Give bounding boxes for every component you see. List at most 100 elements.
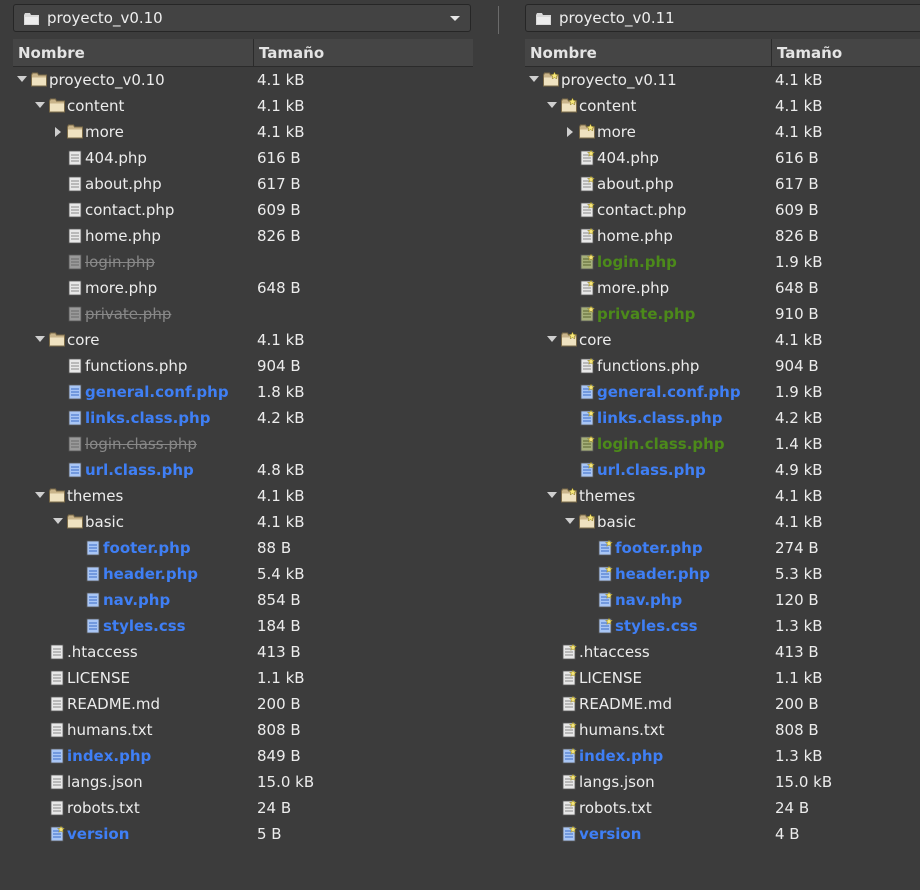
tree-row[interactable]: home.php 826 B (13, 223, 478, 249)
file-size: 854 B (257, 591, 301, 609)
file-name: README.md (579, 695, 673, 713)
file-icon (67, 254, 83, 270)
file-icon (597, 565, 614, 582)
left-file-tree: proyecto_v0.10 4.1 kB content 4.1 kB more 4.1… (13, 67, 478, 847)
folder-icon (67, 124, 83, 140)
expander-open-icon[interactable] (53, 518, 63, 524)
tree-row[interactable]: proyecto_v0.10 4.1 kB (13, 67, 478, 93)
tree-row[interactable]: core 4.1 kB (13, 327, 478, 353)
file-name: general.conf.php (597, 383, 741, 401)
tree-row[interactable]: footer.php 274 B (525, 535, 920, 561)
column-header-size[interactable]: Tamaño (254, 39, 473, 66)
tree-row[interactable]: functions.php 904 B (525, 353, 920, 379)
chevron-down-icon[interactable] (450, 16, 460, 21)
tree-row[interactable]: humans.txt 808 B (13, 717, 478, 743)
tree-row[interactable]: .htaccess 413 B (525, 639, 920, 665)
tree-row[interactable]: styles.css 184 B (13, 613, 478, 639)
tree-row[interactable]: langs.json 15.0 kB (525, 769, 920, 795)
tree-row[interactable]: more.php 648 B (525, 275, 920, 301)
tree-row[interactable]: version 5 B (13, 821, 478, 847)
tree-row[interactable]: .htaccess 413 B (13, 639, 478, 665)
tree-row[interactable]: themes 4.1 kB (525, 483, 920, 509)
tree-row[interactable]: content 4.1 kB (525, 93, 920, 119)
tree-row[interactable]: about.php 617 B (525, 171, 920, 197)
file-icon (49, 774, 65, 790)
tree-row[interactable]: humans.txt 808 B (525, 717, 920, 743)
file-size: 4.1 kB (775, 487, 823, 505)
tree-row[interactable]: general.conf.php 1.9 kB (525, 379, 920, 405)
tree-row[interactable]: styles.css 1.3 kB (525, 613, 920, 639)
tree-row[interactable]: basic 4.1 kB (525, 509, 920, 535)
right-folder-chooser[interactable]: proyecto_v0.11 (525, 4, 920, 32)
tree-row[interactable]: README.md 200 B (525, 691, 920, 717)
tree-row[interactable]: login.class.php 1.4 kB (525, 431, 920, 457)
file-name: url.class.php (597, 461, 706, 479)
tree-row[interactable]: login.php 1.9 kB (525, 249, 920, 275)
column-header-name[interactable]: Nombre (13, 39, 254, 66)
file-name: private.php (85, 305, 172, 323)
tree-row[interactable]: home.php 826 B (525, 223, 920, 249)
tree-row[interactable]: header.php 5.4 kB (13, 561, 478, 587)
folder-icon (579, 123, 595, 140)
file-name: content (579, 97, 637, 115)
tree-row[interactable]: 404.php 616 B (13, 145, 478, 171)
tree-row[interactable]: functions.php 904 B (13, 353, 478, 379)
tree-row[interactable]: contact.php 609 B (525, 197, 920, 223)
expander-open-icon[interactable] (35, 102, 45, 108)
tree-row[interactable]: proyecto_v0.11 4.1 kB (525, 67, 920, 93)
expander-open-icon[interactable] (547, 492, 557, 498)
expander-open-icon[interactable] (547, 336, 557, 342)
tree-row[interactable]: robots.txt 24 B (13, 795, 478, 821)
tree-row[interactable]: header.php 5.3 kB (525, 561, 920, 587)
expander-open-icon[interactable] (529, 76, 539, 82)
file-name: proyecto_v0.10 (49, 71, 165, 89)
tree-row[interactable]: nav.php 120 B (525, 587, 920, 613)
tree-row[interactable]: login.php (13, 249, 478, 275)
tree-row[interactable]: themes 4.1 kB (13, 483, 478, 509)
file-size: 609 B (257, 201, 301, 219)
tree-row[interactable]: index.php 1.3 kB (525, 743, 920, 769)
tree-row[interactable]: 404.php 616 B (525, 145, 920, 171)
file-icon (561, 669, 578, 686)
file-name: url.class.php (85, 461, 194, 479)
tree-row[interactable]: links.class.php 4.2 kB (525, 405, 920, 431)
expander-closed-icon[interactable] (55, 127, 61, 137)
tree-row[interactable]: README.md 200 B (13, 691, 478, 717)
tree-row[interactable]: LICENSE 1.1 kB (525, 665, 920, 691)
tree-row[interactable]: nav.php 854 B (13, 587, 478, 613)
tree-row[interactable]: url.class.php 4.9 kB (525, 457, 920, 483)
tree-row[interactable]: version 4 B (525, 821, 920, 847)
tree-row[interactable]: contact.php 609 B (13, 197, 478, 223)
expander-open-icon[interactable] (35, 336, 45, 342)
column-header-size[interactable]: Tamaño (772, 39, 920, 66)
expander-open-icon[interactable] (17, 76, 27, 82)
column-header-name[interactable]: Nombre (525, 39, 772, 66)
tree-row[interactable]: langs.json 15.0 kB (13, 769, 478, 795)
tree-row[interactable]: links.class.php 4.2 kB (13, 405, 478, 431)
tree-row[interactable]: general.conf.php 1.8 kB (13, 379, 478, 405)
tree-row[interactable]: robots.txt 24 B (525, 795, 920, 821)
tree-row[interactable]: private.php (13, 301, 478, 327)
tree-row[interactable]: core 4.1 kB (525, 327, 920, 353)
expander-open-icon[interactable] (547, 102, 557, 108)
tree-row[interactable]: more 4.1 kB (13, 119, 478, 145)
tree-row[interactable]: index.php 849 B (13, 743, 478, 769)
folder-icon (561, 97, 577, 114)
file-icon (49, 800, 65, 816)
expander-open-icon[interactable] (35, 492, 45, 498)
file-name: langs.json (579, 773, 655, 791)
tree-row[interactable]: url.class.php 4.8 kB (13, 457, 478, 483)
tree-row[interactable]: private.php 910 B (525, 301, 920, 327)
tree-row[interactable]: LICENSE 1.1 kB (13, 665, 478, 691)
tree-row[interactable]: more 4.1 kB (525, 119, 920, 145)
left-folder-chooser[interactable]: proyecto_v0.10 (13, 4, 471, 32)
expander-closed-icon[interactable] (567, 127, 573, 137)
file-size: 808 B (775, 721, 819, 739)
tree-row[interactable]: more.php 648 B (13, 275, 478, 301)
expander-open-icon[interactable] (565, 518, 575, 524)
tree-row[interactable]: login.class.php (13, 431, 478, 457)
tree-row[interactable]: footer.php 88 B (13, 535, 478, 561)
tree-row[interactable]: about.php 617 B (13, 171, 478, 197)
tree-row[interactable]: content 4.1 kB (13, 93, 478, 119)
tree-row[interactable]: basic 4.1 kB (13, 509, 478, 535)
